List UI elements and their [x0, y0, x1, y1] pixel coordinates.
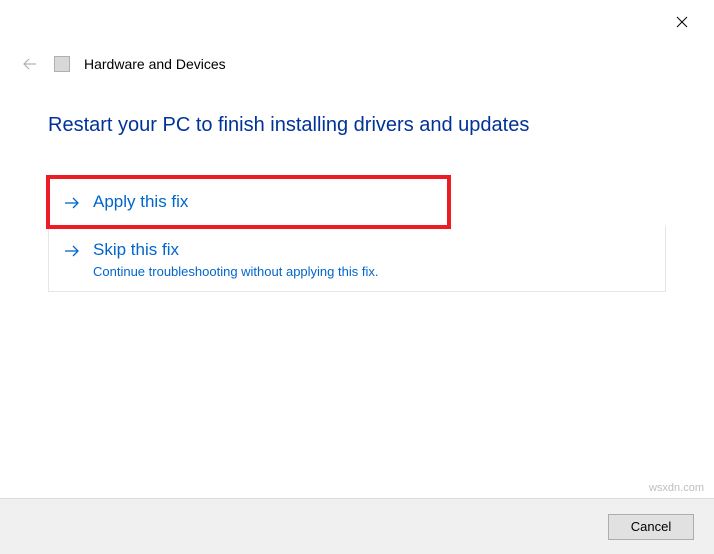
watermark: wsxdn.com [649, 482, 704, 494]
options-list: Apply this fix Skip this fix Continue tr… [48, 177, 666, 291]
apply-fix-option[interactable]: Apply this fix [48, 177, 449, 227]
troubleshooter-icon [54, 56, 70, 72]
arrow-right-icon [63, 194, 81, 212]
skip-fix-title: Skip this fix [93, 238, 378, 262]
back-button[interactable] [20, 54, 40, 74]
header: Hardware and Devices [0, 40, 714, 84]
skip-fix-description: Continue troubleshooting without applyin… [93, 264, 378, 279]
page-heading: Restart your PC to finish installing dri… [48, 114, 666, 137]
apply-fix-title: Apply this fix [93, 190, 188, 214]
close-button[interactable] [668, 8, 696, 36]
titlebar [0, 0, 714, 40]
window-title: Hardware and Devices [84, 56, 226, 72]
skip-fix-option[interactable]: Skip this fix Continue troubleshooting w… [48, 226, 666, 292]
arrow-right-icon [63, 242, 81, 260]
option-text: Apply this fix [93, 190, 188, 214]
option-text: Skip this fix Continue troubleshooting w… [93, 238, 378, 279]
back-arrow-icon [22, 56, 38, 72]
footer: Cancel [0, 498, 714, 554]
cancel-button[interactable]: Cancel [608, 514, 694, 540]
content-area: Restart your PC to finish installing dri… [0, 84, 714, 291]
close-icon [676, 16, 688, 28]
